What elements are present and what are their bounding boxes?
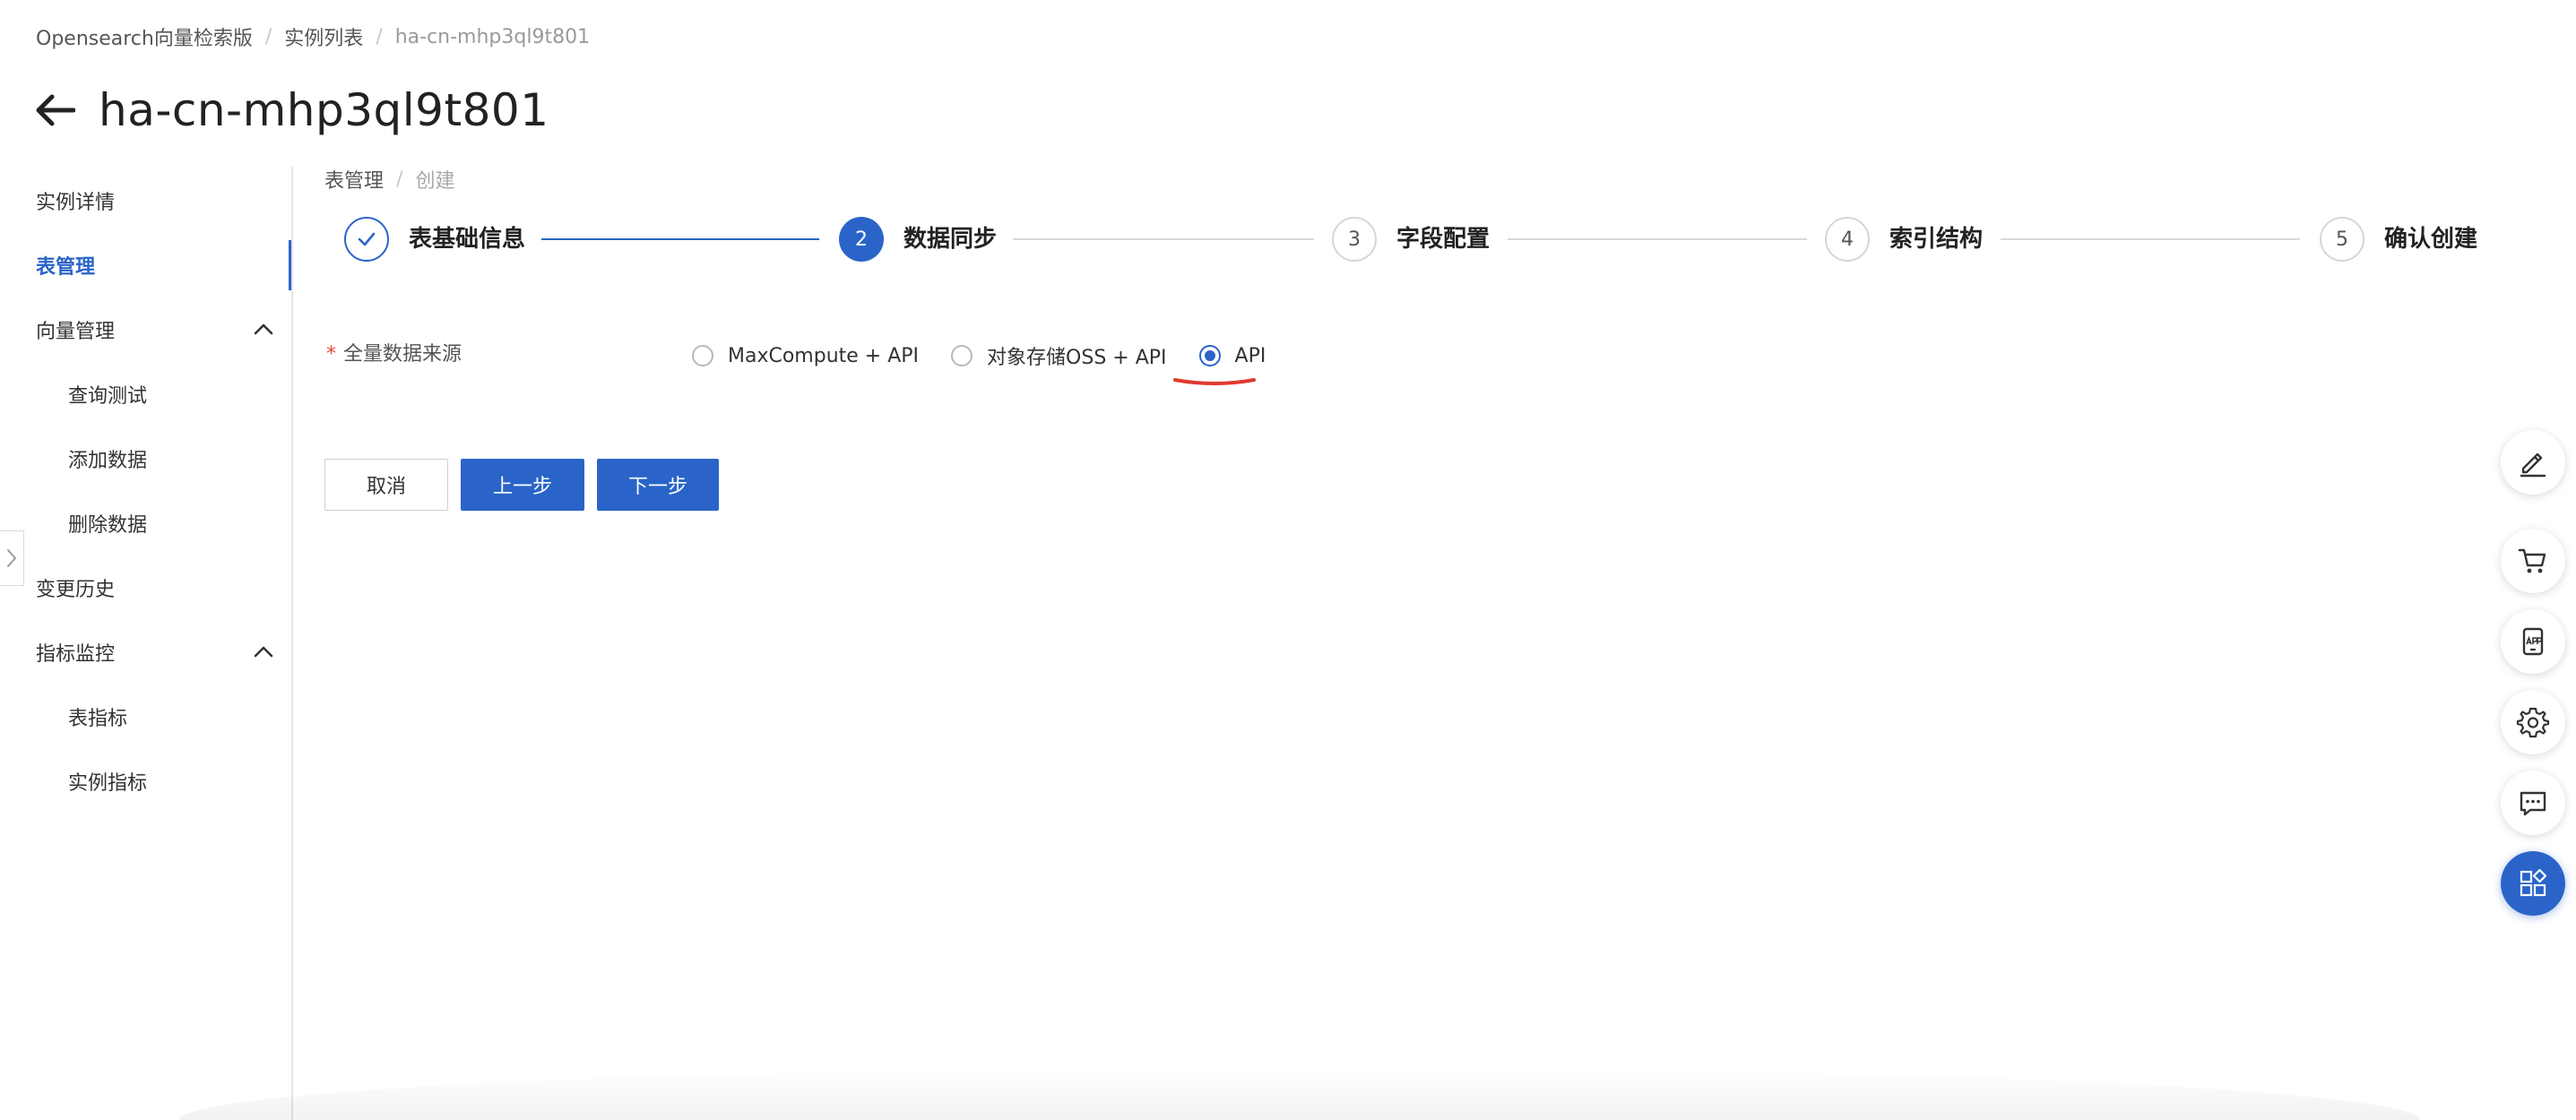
sidebar-item-table-management[interactable]: 表管理 <box>0 240 292 290</box>
sidebar-item-vector-management[interactable]: 向量管理 <box>0 305 292 355</box>
cart-button[interactable] <box>2501 529 2565 593</box>
radio-label: MaxCompute + API <box>728 344 920 367</box>
step-3-label: 字段配置 <box>1396 226 1491 253</box>
gear-icon <box>2516 707 2550 738</box>
breadcrumb: Opensearch向量检索版 / 实例列表 / ha-cn-mhp3ql9t8… <box>36 22 591 51</box>
sidebar-item-instance-metrics[interactable]: 实例指标 <box>0 756 292 806</box>
sidebar-item-label: 查询测试 <box>68 385 148 408</box>
page-title: ha-cn-mhp3ql9t801 <box>99 84 549 136</box>
chevron-up-icon <box>254 323 273 335</box>
radio-oss-api[interactable]: 对象存储OSS + API <box>951 341 1167 370</box>
radio-label: 对象存储OSS + API <box>987 347 1167 369</box>
edit-icon <box>2520 452 2546 478</box>
sidebar-item-label: 表管理 <box>36 256 96 279</box>
edit-button[interactable] <box>2501 430 2565 495</box>
content-breadcrumb-current: 创建 <box>415 170 455 193</box>
breadcrumb-link-opensearch[interactable]: Opensearch向量检索版 <box>36 22 253 51</box>
sidebar-item-query-test[interactable]: 查询测试 <box>0 369 292 419</box>
annotation-underline <box>1173 378 1256 385</box>
previous-step-button[interactable]: 上一步 <box>461 459 584 511</box>
step-5-label: 确认创建 <box>2384 226 2478 253</box>
settings-button[interactable] <box>2501 690 2565 754</box>
sidebar-item-delete-data[interactable]: 删除数据 <box>0 498 292 548</box>
step-1-circle <box>344 217 389 262</box>
radio-indicator[interactable] <box>951 345 973 366</box>
step-1-label: 表基础信息 <box>409 226 526 253</box>
step-connector <box>1508 238 1807 240</box>
app-button[interactable] <box>2501 609 2565 674</box>
cancel-button[interactable]: 取消 <box>324 459 448 511</box>
chat-icon <box>2520 791 2546 816</box>
feedback-button[interactable] <box>2501 771 2565 835</box>
radio-indicator[interactable] <box>1198 345 1221 366</box>
check-icon <box>358 232 376 246</box>
sidebar-item-metrics-monitoring[interactable]: 指标监控 <box>0 627 292 677</box>
back-button[interactable] <box>32 88 77 133</box>
sidebar-item-label: 删除数据 <box>68 514 148 537</box>
sidebar-item-instance-details[interactable]: 实例详情 <box>0 176 292 226</box>
sidebar-item-add-data[interactable]: 添加数据 <box>0 434 292 484</box>
page-header: ha-cn-mhp3ql9t801 <box>32 79 549 142</box>
apps-button[interactable] <box>2501 851 2565 916</box>
step-connector <box>2001 238 2300 240</box>
data-source-label: * 全量数据来源 <box>326 343 462 366</box>
bottom-shadow <box>179 1066 2420 1120</box>
breadcrumb-separator: / <box>376 25 383 48</box>
step-5-circle: 5 <box>2320 217 2364 262</box>
step-connector <box>541 238 819 240</box>
radio-api[interactable]: API <box>1198 344 1266 367</box>
sidebar-divider <box>291 167 293 1120</box>
required-mark: * <box>326 343 336 366</box>
breadcrumb-separator: / <box>264 25 272 48</box>
step-3-circle: 3 <box>1332 217 1377 262</box>
sidebar: 实例详情 表管理 向量管理 查询测试 添加数据 删除数据 变更历史 指标监控 表… <box>0 167 292 1120</box>
sidebar-item-label: 指标监控 <box>36 643 116 666</box>
sidebar-item-label: 变更历史 <box>36 579 116 601</box>
radio-label: API <box>1234 344 1266 367</box>
sidebar-item-label: 向量管理 <box>36 321 116 343</box>
next-step-button[interactable]: 下一步 <box>597 459 719 511</box>
app-icon <box>2522 627 2544 656</box>
chevron-right-icon <box>7 549 16 567</box>
step-2-circle: 2 <box>839 217 884 262</box>
breadcrumb-separator: / <box>396 168 403 191</box>
content-breadcrumb-link-table-management[interactable]: 表管理 <box>324 165 384 194</box>
sidebar-item-label: 实例指标 <box>68 772 148 795</box>
breadcrumb-link-instance-list[interactable]: 实例列表 <box>284 22 363 51</box>
data-source-radio-group: MaxCompute + API 对象存储OSS + API API <box>692 340 1298 371</box>
breadcrumb-current: ha-cn-mhp3ql9t801 <box>394 25 591 48</box>
step-connector <box>1013 238 1314 240</box>
sidebar-item-label: 实例详情 <box>36 192 116 214</box>
sidebar-item-table-metrics[interactable]: 表指标 <box>0 692 292 742</box>
sidebar-item-change-history[interactable]: 变更历史 <box>0 563 292 613</box>
sidebar-item-label: 添加数据 <box>68 450 148 472</box>
radio-indicator[interactable] <box>692 345 713 366</box>
step-4-circle: 4 <box>1825 217 1870 262</box>
arrow-left-icon <box>36 94 75 126</box>
sidebar-item-label: 表指标 <box>68 708 128 730</box>
content-breadcrumb: 表管理 / 创建 <box>324 165 454 194</box>
radio-maxcompute-api[interactable]: MaxCompute + API <box>692 345 919 367</box>
chevron-up-icon <box>254 646 273 658</box>
step-4-label: 索引结构 <box>1889 226 1984 253</box>
apps-grid-icon <box>2520 868 2547 897</box>
cart-icon <box>2518 548 2546 573</box>
sidebar-expand-toggle[interactable] <box>0 530 24 586</box>
step-2-label: 数据同步 <box>903 226 998 253</box>
